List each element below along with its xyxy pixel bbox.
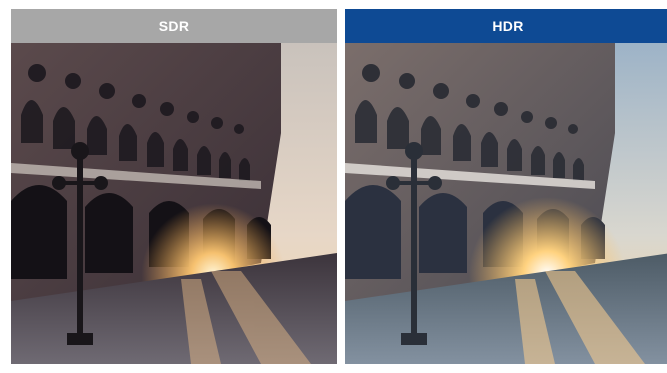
hdr-panel: HDR: [345, 9, 667, 364]
sdr-scene: [11, 43, 337, 364]
sdr-header: SDR: [11, 9, 337, 43]
hdr-photo: [345, 43, 667, 364]
sdr-photo: [11, 43, 337, 364]
sdr-panel: SDR: [11, 9, 337, 364]
hdr-scene: [345, 43, 667, 364]
hdr-label: HDR: [492, 18, 524, 34]
hdr-header: HDR: [345, 9, 667, 43]
sdr-label: SDR: [158, 18, 190, 34]
sdr-hdr-comparison: SDR HDR: [0, 0, 667, 373]
